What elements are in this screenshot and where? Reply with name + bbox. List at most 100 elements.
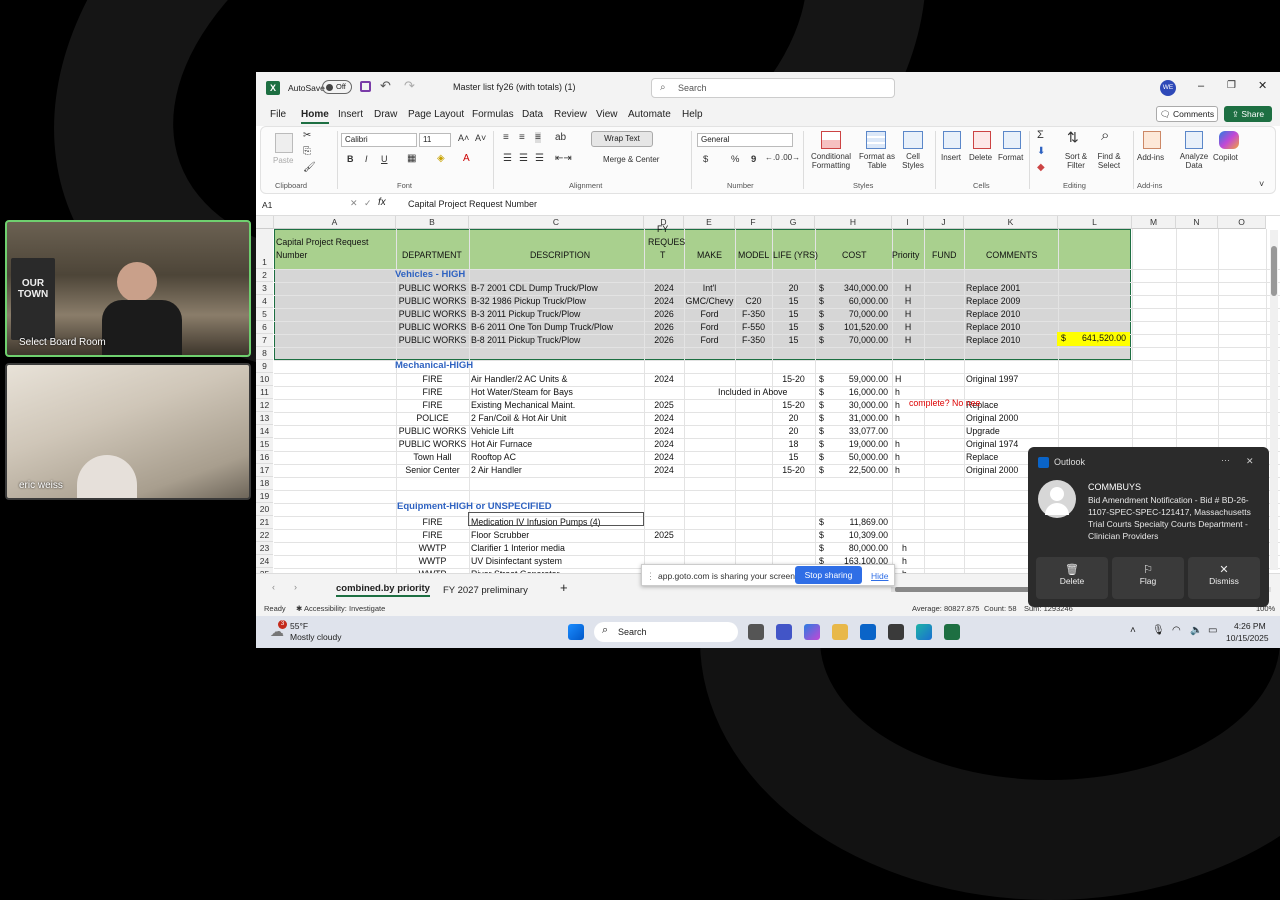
cell-description[interactable]: Clarifier 1 Interior media — [471, 542, 565, 555]
column-header-f[interactable]: F — [735, 216, 772, 229]
column-header-l[interactable]: L — [1058, 216, 1132, 229]
copy-icon[interactable]: ⎘ — [303, 146, 311, 157]
header-comments[interactable]: COMMENTS — [986, 249, 1037, 262]
cell-model[interactable]: F-350 — [735, 334, 772, 347]
cell-fy[interactable]: 2024 — [644, 412, 684, 425]
borders-icon[interactable]: ▦ — [407, 153, 416, 164]
row-header-11[interactable]: 11 — [256, 386, 273, 399]
column-header-a[interactable]: A — [274, 216, 396, 229]
header-a[interactable]: Capital Project Request — [276, 236, 368, 249]
minimize-icon[interactable]: – — [1198, 80, 1204, 92]
taskbar-search[interactable]: ⌕ Search — [594, 622, 738, 642]
column-header-k[interactable]: K — [964, 216, 1058, 229]
cell-make[interactable]: Int'l — [684, 282, 735, 295]
battery-icon[interactable]: ▭ — [1208, 625, 1217, 636]
cell-life[interactable]: 20 — [772, 425, 815, 438]
row-header-17[interactable]: 17 — [256, 464, 273, 477]
find-select-icon[interactable]: ⌕ — [1101, 127, 1109, 144]
store-icon[interactable] — [888, 624, 904, 640]
format-cells-button[interactable]: Format — [998, 153, 1023, 162]
cell-cost[interactable]: 340,000.00 — [815, 282, 888, 295]
cell-cost[interactable]: 60,000.00 — [815, 295, 888, 308]
row-header-24[interactable]: 24 — [256, 555, 273, 568]
row-header-1[interactable]: 1 — [256, 229, 273, 269]
toast-close-icon[interactable]: ✕ — [1246, 456, 1254, 467]
header-fund[interactable]: FUND — [932, 249, 956, 262]
wifi-icon[interactable]: ◠ — [1172, 625, 1181, 636]
cell-department[interactable]: FIRE — [396, 373, 469, 386]
clock-time[interactable]: 4:26 PM — [1234, 621, 1266, 631]
cell-department[interactable]: Town Hall — [396, 451, 469, 464]
cell-cost[interactable]: 80,000.00 — [815, 542, 888, 555]
format-cells-icon[interactable] — [1003, 131, 1021, 149]
vertical-scrollbar[interactable] — [1270, 230, 1278, 570]
cell-cost[interactable]: 19,000.00 — [815, 438, 888, 451]
section-vehicles[interactable]: Vehicles - HIGH — [395, 268, 465, 281]
row-header-6[interactable]: 6 — [256, 321, 273, 334]
cell-description[interactable]: 2 Fan/Coil & Hot Air Unit — [471, 412, 566, 425]
number-format-select[interactable]: General — [697, 133, 793, 147]
insert-cells-icon[interactable] — [943, 131, 961, 149]
cell-description[interactable]: Vehicle Lift — [471, 425, 514, 438]
decrease-decimal-icon[interactable]: .00→ — [781, 153, 800, 162]
row-header-3[interactable]: 3 — [256, 282, 273, 295]
cell-priority[interactable]: H — [892, 334, 924, 347]
cell-department[interactable]: PUBLIC WORKS — [396, 321, 469, 334]
header-a-line2[interactable]: Number — [276, 249, 307, 262]
excel-app-icon[interactable] — [944, 624, 960, 640]
undo-icon[interactable]: ↶ — [380, 78, 391, 94]
windows-start-icon[interactable] — [568, 624, 584, 640]
tab-page-layout[interactable]: Page Layout — [408, 109, 464, 120]
header-description[interactable]: DESCRIPTION — [530, 249, 590, 262]
prev-sheet-icon[interactable]: ‹ — [272, 582, 275, 592]
find-select-button[interactable]: Find & Select — [1093, 152, 1125, 170]
collapse-ribbon-icon[interactable]: ˅ — [1259, 179, 1264, 189]
cell-styles-button[interactable]: Cell Styles — [897, 152, 929, 170]
close-icon[interactable]: ✕ — [1258, 79, 1267, 92]
delete-cells-icon[interactable] — [973, 131, 991, 149]
cell-fy[interactable]: 2026 — [644, 334, 684, 347]
indent-icon[interactable]: ⇤⇥ — [555, 153, 572, 164]
cell-description[interactable]: Hot Air Furnace — [471, 438, 532, 451]
cell-cost[interactable]: 11,869.00 — [815, 516, 888, 529]
outlook-app-icon[interactable] — [860, 624, 876, 640]
tab-draw[interactable]: Draw — [374, 109, 397, 120]
add-ins-icon[interactable] — [1143, 131, 1161, 149]
microphone-icon[interactable]: 🎙 — [1152, 625, 1165, 636]
add-ins-button[interactable]: Add-ins — [1137, 153, 1164, 162]
orientation-icon[interactable]: ab — [555, 132, 566, 143]
tab-review[interactable]: Review — [554, 109, 587, 120]
row-header-15[interactable]: 15 — [256, 438, 273, 451]
align-right-icon[interactable]: ☰ — [535, 153, 544, 164]
align-bottom-icon[interactable]: ≡ — [535, 132, 541, 143]
tab-insert[interactable]: Insert — [338, 109, 363, 120]
cell-comments[interactable]: Original 1997 — [966, 373, 1018, 386]
delete-cells-button[interactable]: Delete — [969, 153, 992, 162]
cell-priority[interactable]: h — [895, 451, 900, 464]
cell-cost[interactable]: 101,520.00 — [815, 321, 888, 334]
name-box[interactable]: A1 — [262, 198, 332, 212]
more-options-icon[interactable]: ··· — [1221, 455, 1230, 465]
cell-cost[interactable]: 59,000.00 — [815, 373, 888, 386]
cell-department[interactable]: Senior Center — [396, 464, 469, 477]
cell-department[interactable]: PUBLIC WORKS — [396, 425, 469, 438]
cell-life[interactable]: 15 — [772, 451, 815, 464]
row-header-5[interactable]: 5 — [256, 308, 273, 321]
row-header-18[interactable]: 18 — [256, 477, 273, 490]
column-header-e[interactable]: E — [684, 216, 735, 229]
column-header-h[interactable]: H — [815, 216, 892, 229]
section-mechanical[interactable]: Mechanical-HIGH — [395, 359, 473, 372]
video-tile-eric-weiss[interactable]: eric weiss — [5, 363, 251, 500]
add-sheet-icon[interactable]: + — [560, 580, 568, 595]
cell-comments[interactable]: Replace 2010 — [966, 308, 1020, 321]
share-button[interactable]: ⇪ Share — [1224, 106, 1272, 122]
copilot-app-icon[interactable] — [804, 624, 820, 640]
tab-home[interactable]: Home — [301, 109, 329, 124]
cell-life[interactable]: 15-20 — [772, 464, 815, 477]
cell-priority[interactable]: H — [892, 295, 924, 308]
cell-cost[interactable]: 22,500.00 — [815, 464, 888, 477]
hide-link[interactable]: Hide — [871, 571, 888, 581]
row-header-19[interactable]: 19 — [256, 490, 273, 503]
cell-make[interactable]: Included in Above — [718, 386, 787, 399]
cell-fy[interactable]: 2024 — [644, 438, 684, 451]
